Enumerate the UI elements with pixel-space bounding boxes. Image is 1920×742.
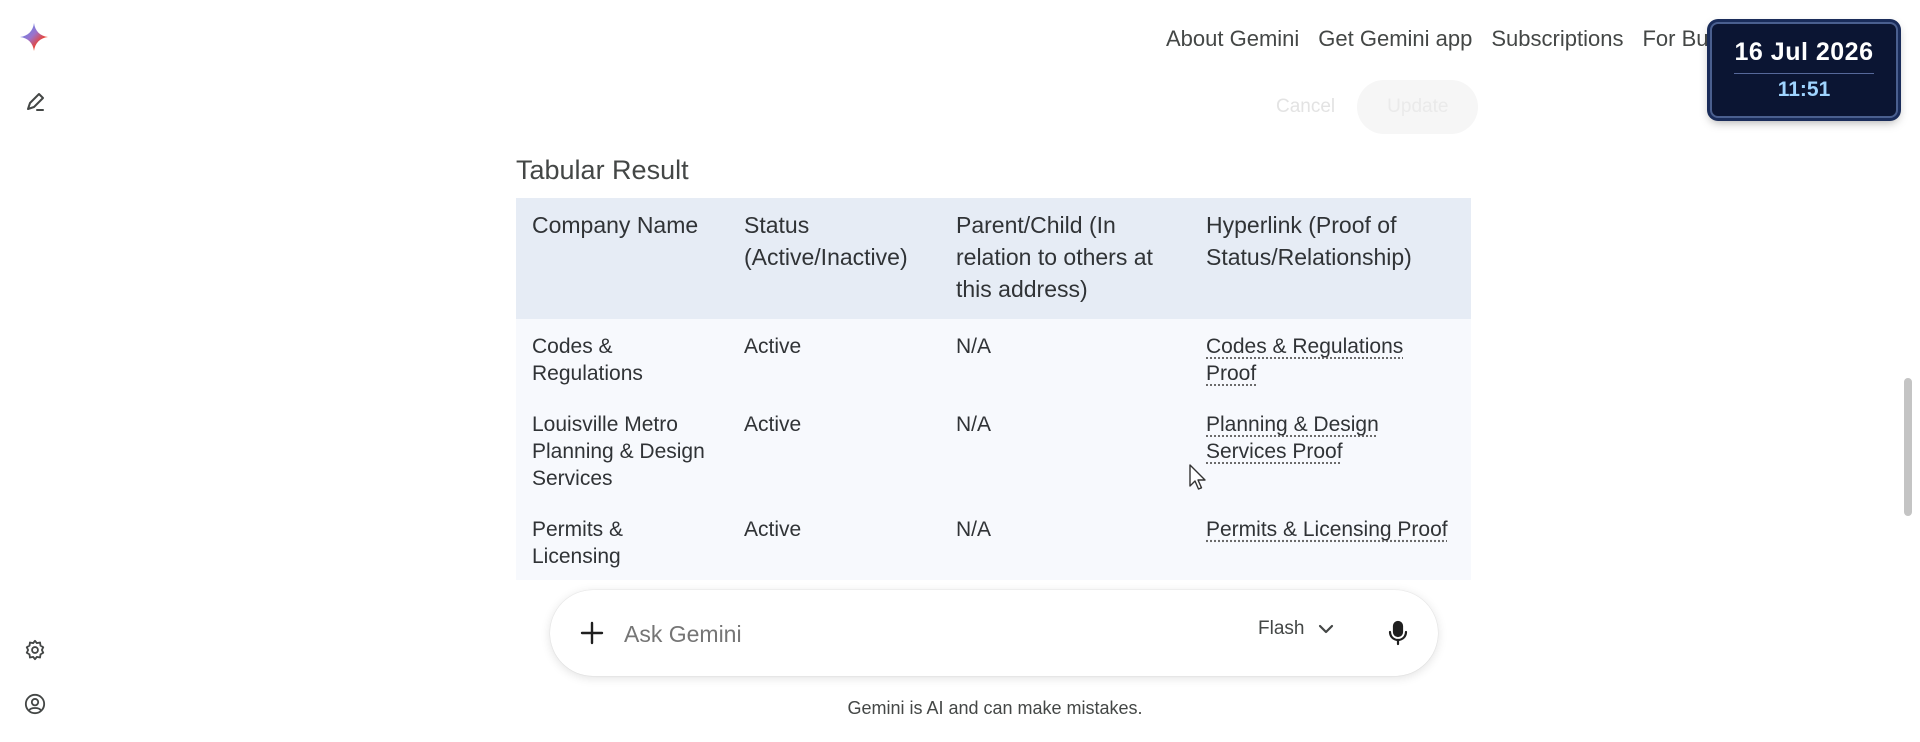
gemini-sparkle-icon[interactable] bbox=[18, 21, 50, 53]
scrollbar[interactable] bbox=[1904, 378, 1912, 516]
cell-parent-child: N/A bbox=[940, 319, 1190, 397]
clock-overlay: 16 Jul 2026 11:51 bbox=[1710, 22, 1898, 118]
cell-company: Louisville Metro Planning & Design Servi… bbox=[516, 397, 728, 502]
section-title: Tabular Result bbox=[516, 155, 689, 185]
gear-icon[interactable] bbox=[19, 634, 51, 666]
result-table: Company Name Status (Active/Inactive) Pa… bbox=[516, 198, 1471, 580]
prompt-bar: Flash bbox=[550, 590, 1438, 676]
edit-actions: Cancel Update bbox=[1276, 80, 1479, 134]
edit-icon[interactable] bbox=[19, 86, 51, 118]
model-label: Flash bbox=[1258, 618, 1305, 639]
table-header-row: Company Name Status (Active/Inactive) Pa… bbox=[516, 198, 1471, 319]
clock-date: 16 Jul 2026 bbox=[1734, 38, 1874, 66]
cell-company: Permits & Licensing bbox=[516, 502, 728, 580]
ask-gemini-input[interactable] bbox=[622, 612, 1146, 656]
plus-icon[interactable] bbox=[576, 617, 608, 649]
cell-status: Active bbox=[728, 397, 940, 502]
table-row: Codes & Regulations Active N/A Codes & R… bbox=[516, 319, 1471, 397]
update-button[interactable]: Update bbox=[1357, 80, 1479, 134]
proof-link[interactable]: Permits & Licensing Proof bbox=[1206, 518, 1448, 541]
table-row: Louisville Metro Planning & Design Servi… bbox=[516, 397, 1471, 502]
table-row: Permits & Licensing Active N/A Permits &… bbox=[516, 502, 1471, 580]
top-nav: About Gemini Get Gemini app Subscription… bbox=[1166, 26, 1708, 52]
header-status: Status (Active/Inactive) bbox=[728, 198, 940, 319]
cell-hyperlink: Codes & Regulations Proof bbox=[1190, 319, 1471, 397]
nav-for-business[interactable]: For Bu bbox=[1642, 26, 1708, 52]
cell-company: Codes & Regulations bbox=[516, 319, 728, 397]
header-parent-child: Parent/Child (In relation to others at t… bbox=[940, 198, 1190, 319]
model-selector[interactable]: Flash bbox=[1258, 618, 1334, 640]
cell-hyperlink: Planning & Design Services Proof bbox=[1190, 397, 1471, 502]
cell-hyperlink: Permits & Licensing Proof bbox=[1190, 502, 1471, 580]
clock-time: 11:51 bbox=[1777, 78, 1831, 101]
cell-parent-child: N/A bbox=[940, 502, 1190, 580]
disclaimer: Gemini is AI and can make mistakes. bbox=[847, 698, 1143, 718]
mouse-cursor-icon bbox=[1189, 464, 1209, 497]
proof-link[interactable]: Planning & Design Services Proof bbox=[1206, 413, 1379, 463]
chevron-down-icon bbox=[1318, 618, 1334, 640]
nav-about-gemini[interactable]: About Gemini bbox=[1166, 26, 1299, 52]
proof-link[interactable]: Codes & Regulations Proof bbox=[1206, 335, 1403, 385]
cancel-button[interactable]: Cancel bbox=[1276, 86, 1335, 128]
nav-get-gemini-app[interactable]: Get Gemini app bbox=[1318, 26, 1472, 52]
mic-icon[interactable] bbox=[1380, 615, 1416, 651]
nav-subscriptions[interactable]: Subscriptions bbox=[1491, 26, 1623, 52]
cell-status: Active bbox=[728, 319, 940, 397]
header-hyperlink: Hyperlink (Proof of Status/Relationship) bbox=[1190, 198, 1471, 319]
cell-status: Active bbox=[728, 502, 940, 580]
gemini-page: About Gemini Get Gemini app Subscription… bbox=[0, 0, 1920, 742]
cell-parent-child: N/A bbox=[940, 397, 1190, 502]
header-company-name: Company Name bbox=[516, 198, 728, 319]
clock-divider bbox=[1734, 73, 1874, 74]
